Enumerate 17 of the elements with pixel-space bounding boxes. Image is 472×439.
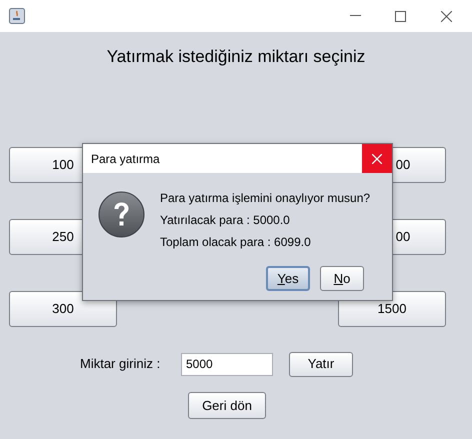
question-icon <box>98 191 145 238</box>
maximize-icon[interactable] <box>395 10 406 22</box>
back-button[interactable]: Geri dön <box>188 392 266 419</box>
dialog-close-button[interactable] <box>362 144 392 173</box>
dialog-message-line: Yatırılacak para : 5000.0 <box>160 212 291 229</box>
close-icon <box>372 154 382 164</box>
dialog-button[interactable]: Yes <box>266 266 310 291</box>
minimize-icon[interactable] <box>350 15 361 17</box>
close-icon[interactable] <box>441 10 452 22</box>
amount-label: Miktar giriniz : <box>80 355 162 374</box>
dialog-message-line: Toplam olacak para : 6099.0 <box>160 234 312 251</box>
dialog-message-line: Para yatırma işlemini onaylıyor musun? <box>160 190 370 207</box>
heading: Yatırmak istediğiniz miktarı seçiniz <box>106 46 366 68</box>
amount-input[interactable]: 5000 <box>181 352 273 376</box>
amount-button[interactable]: 300 <box>9 291 117 327</box>
deposit-button[interactable]: Yatır <box>289 352 353 376</box>
dialog-button[interactable]: No <box>320 266 364 291</box>
